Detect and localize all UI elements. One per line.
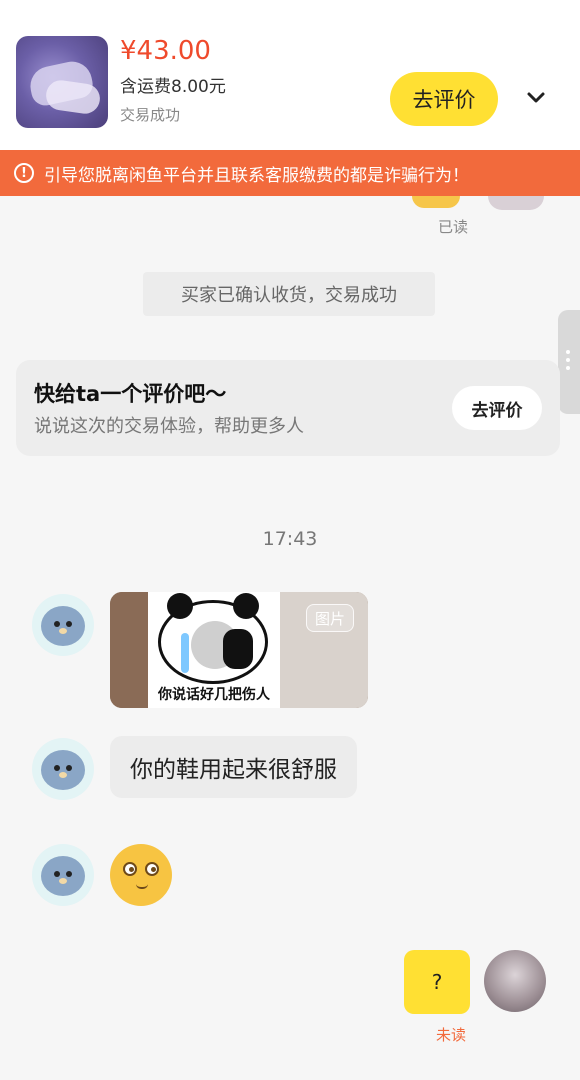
review-prompt-card: 快给ta一个评价吧～ 说说这次的交易体验，帮助更多人 去评价 bbox=[16, 360, 560, 456]
review-button[interactable]: 去评价 bbox=[390, 72, 498, 126]
seller-avatar[interactable] bbox=[32, 844, 94, 906]
emoji-bubble-partial bbox=[412, 196, 460, 208]
side-drawer-handle[interactable] bbox=[558, 310, 580, 414]
meme-caption: 你说话好几把伤人 bbox=[158, 687, 270, 703]
product-thumbnail[interactable] bbox=[16, 36, 108, 128]
timestamp: 17:43 bbox=[262, 528, 318, 550]
avatar-partial bbox=[488, 196, 544, 210]
unread-status: 未读 bbox=[436, 1026, 467, 1044]
warning-icon: ! bbox=[14, 163, 34, 183]
seller-avatar[interactable] bbox=[32, 594, 94, 656]
my-avatar[interactable] bbox=[484, 950, 546, 1012]
read-status: 已读 bbox=[438, 218, 469, 236]
product-header: ¥43.00 含运费8.00元 交易成功 去评价 bbox=[0, 0, 580, 150]
chevron-down-icon[interactable] bbox=[524, 86, 548, 110]
wide-eyes-emoji-icon[interactable] bbox=[110, 844, 172, 906]
fraud-warning-banner: ! 引导您脱离闲鱼平台并且联系客服缴费的都是诈骗行为！ bbox=[0, 150, 580, 196]
shipping-fee: 含运费8.00元 bbox=[120, 77, 226, 97]
review-card-subtitle: 说说这次的交易体验，帮助更多人 bbox=[34, 416, 304, 437]
text-message[interactable]: 你的鞋用起来很舒服 bbox=[110, 736, 357, 798]
self-message[interactable]: ? bbox=[404, 950, 470, 1014]
product-price: ¥43.00 bbox=[120, 36, 211, 66]
system-message: 买家已确认收货，交易成功 bbox=[143, 272, 435, 316]
review-card-button[interactable]: 去评价 bbox=[452, 386, 542, 430]
more-dots-icon bbox=[566, 350, 570, 374]
deal-status: 交易成功 bbox=[120, 106, 181, 124]
panda-meme-image bbox=[158, 593, 268, 684]
shoe-image-2 bbox=[44, 78, 102, 116]
warning-text: 引导您脱离闲鱼平台并且联系客服缴费的都是诈骗行为！ bbox=[44, 165, 469, 186]
image-tag: 图片 bbox=[306, 604, 354, 632]
seller-avatar[interactable] bbox=[32, 738, 94, 800]
review-card-title: 快给ta一个评价吧～ bbox=[34, 382, 227, 406]
